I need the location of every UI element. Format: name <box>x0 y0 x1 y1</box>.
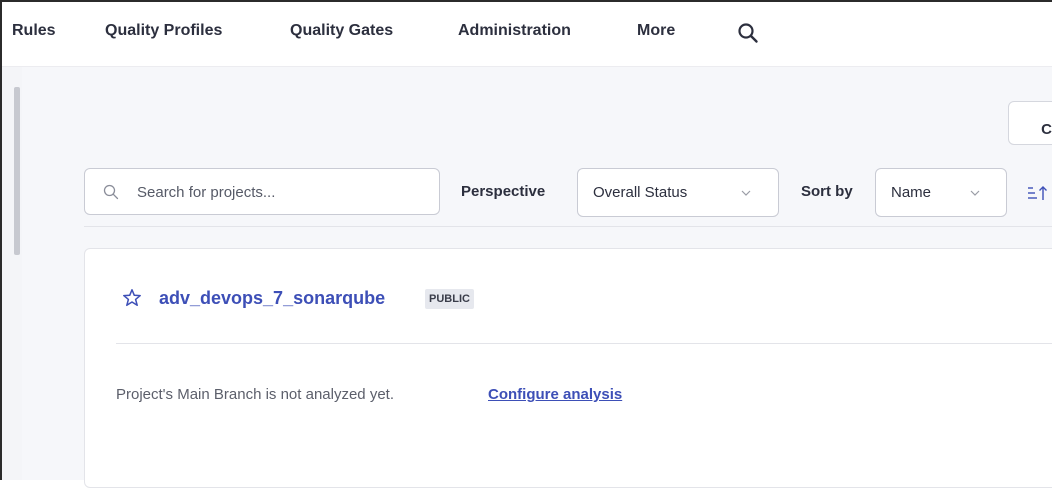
card-divider <box>116 343 1052 344</box>
search-icon[interactable] <box>737 22 759 44</box>
sort-select[interactable]: Name <box>875 168 1007 217</box>
perspective-value: Overall Status <box>593 184 688 201</box>
visibility-badge: PUBLIC <box>425 289 474 309</box>
analysis-status-text: Project's Main Branch is not analyzed ye… <box>116 386 394 403</box>
top-navigation: Rules Quality Profiles Quality Gates Adm… <box>2 2 1052 67</box>
chevron-down-icon <box>970 190 980 196</box>
sort-ascending-icon[interactable] <box>1027 184 1052 202</box>
chevron-down-icon <box>741 190 751 196</box>
search-input[interactable] <box>137 181 427 203</box>
nav-administration[interactable]: Administration <box>458 22 571 40</box>
left-sidebar <box>2 67 22 480</box>
nav-rules[interactable]: Rules <box>12 22 56 40</box>
create-project-button[interactable]: Cr <box>1008 101 1052 145</box>
toolbar-divider <box>84 226 1052 227</box>
nav-more[interactable]: More <box>637 22 675 40</box>
project-search-box[interactable] <box>84 168 440 215</box>
star-outline-icon[interactable] <box>122 288 142 308</box>
sort-value: Name <box>891 184 932 201</box>
nav-quality-gates[interactable]: Quality Gates <box>290 22 393 40</box>
search-icon <box>103 184 119 200</box>
perspective-select[interactable]: Overall Status <box>577 168 779 217</box>
nav-quality-profiles[interactable]: Quality Profiles <box>105 22 222 40</box>
perspective-label: Perspective <box>461 183 546 200</box>
project-card <box>84 248 1052 488</box>
project-name-link[interactable]: adv_devops_7_sonarqube <box>159 288 385 309</box>
configure-analysis-link[interactable]: Configure analysis <box>488 386 622 403</box>
sort-by-label: Sort by <box>801 183 853 200</box>
sidebar-scrollbar[interactable] <box>14 87 20 255</box>
